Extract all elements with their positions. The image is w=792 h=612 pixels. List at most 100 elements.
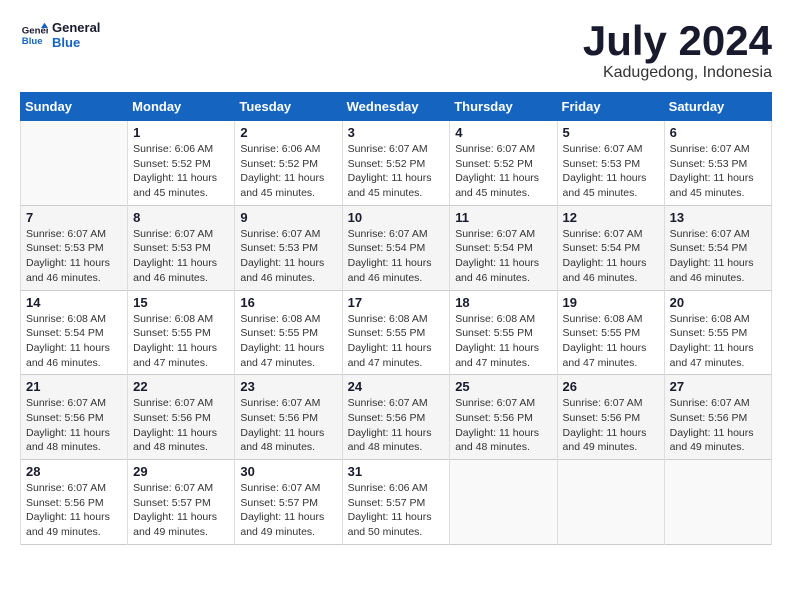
- day-number: 16: [240, 295, 336, 310]
- table-row: 13Sunrise: 6:07 AM Sunset: 5:54 PM Dayli…: [664, 205, 771, 290]
- day-info: Sunrise: 6:07 AM Sunset: 5:53 PM Dayligh…: [26, 227, 122, 286]
- table-row: 29 Sunrise: 6:07 AM Sunset: 5:57 PM Dayli…: [128, 460, 235, 545]
- logo-line2: Blue: [52, 35, 100, 50]
- title-block: July 2024 Kadugedong, Indonesia: [583, 20, 772, 82]
- day-number: 3: [348, 125, 445, 140]
- day-number: 26: [563, 379, 659, 394]
- day-number: 17: [348, 295, 445, 310]
- table-row: [21, 121, 128, 206]
- table-row: [664, 460, 771, 545]
- day-info: Sunrise: 6:07 AM Sunset: 5:52 PM Dayligh…: [455, 142, 551, 201]
- day-number: 24: [348, 379, 445, 394]
- day-number: 27: [670, 379, 766, 394]
- table-row: 7 Sunrise: 6:07 AM Sunset: 5:53 PM Daylig…: [21, 205, 128, 290]
- table-row: 2 Sunrise: 6:06 AM Sunset: 5:52 PM Daylig…: [235, 121, 342, 206]
- day-info: Sunrise: 6:08 AM Sunset: 5:54 PM Dayligh…: [26, 312, 122, 371]
- day-info: Sunrise: 6:07 AM Sunset: 5:56 PM Dayligh…: [455, 396, 551, 455]
- day-info: Sunrise: 6:07 AM Sunset: 5:56 PM Dayligh…: [348, 396, 445, 455]
- logo-line1: General: [52, 20, 100, 35]
- location-subtitle: Kadugedong, Indonesia: [583, 64, 772, 82]
- header-tuesday: Tuesday: [235, 93, 342, 121]
- day-info: Sunrise: 6:08 AM Sunset: 5:55 PM Dayligh…: [455, 312, 551, 371]
- header-monday: Monday: [128, 93, 235, 121]
- day-info: Sunrise: 6:08 AM Sunset: 5:55 PM Dayligh…: [133, 312, 229, 371]
- day-info: Sunrise: 6:08 AM Sunset: 5:55 PM Dayligh…: [240, 312, 336, 371]
- day-info: Sunrise: 6:07 AM Sunset: 5:56 PM Dayligh…: [563, 396, 659, 455]
- page-header: General Blue General Blue July 2024 Kadu…: [20, 20, 772, 82]
- table-row: 30 Sunrise: 6:07 AM Sunset: 5:57 PM Dayli…: [235, 460, 342, 545]
- table-row: 5 Sunrise: 6:07 AM Sunset: 5:53 PM Daylig…: [557, 121, 664, 206]
- header-friday: Friday: [557, 93, 664, 121]
- day-info: Sunrise: 6:08 AM Sunset: 5:55 PM Dayligh…: [670, 312, 766, 371]
- table-row: 25 Sunrise: 6:07 AM Sunset: 5:56 PM Dayli…: [450, 375, 557, 460]
- month-title: July 2024: [583, 20, 772, 62]
- day-number: 9: [240, 210, 336, 225]
- day-info: Sunrise: 6:07 AM Sunset: 5:54 PM Dayligh…: [348, 227, 445, 286]
- header-saturday: Saturday: [664, 93, 771, 121]
- table-row: 10Sunrise: 6:07 AM Sunset: 5:54 PM Dayli…: [342, 205, 450, 290]
- day-number: 4: [455, 125, 551, 140]
- table-row: 1 Sunrise: 6:06 AM Sunset: 5:52 PM Daylig…: [128, 121, 235, 206]
- day-info: Sunrise: 6:07 AM Sunset: 5:57 PM Dayligh…: [133, 481, 229, 540]
- day-number: 30: [240, 464, 336, 479]
- table-row: 17 Sunrise: 6:08 AM Sunset: 5:55 PM Dayli…: [342, 290, 450, 375]
- day-number: 14: [26, 295, 122, 310]
- header-wednesday: Wednesday: [342, 93, 450, 121]
- logo: General Blue General Blue: [20, 20, 100, 50]
- table-row: 14 Sunrise: 6:08 AM Sunset: 5:54 PM Dayli…: [21, 290, 128, 375]
- day-info: Sunrise: 6:07 AM Sunset: 5:56 PM Dayligh…: [26, 481, 122, 540]
- day-info: Sunrise: 6:08 AM Sunset: 5:55 PM Dayligh…: [563, 312, 659, 371]
- day-number: 20: [670, 295, 766, 310]
- table-row: 31 Sunrise: 6:06 AM Sunset: 5:57 PM Dayli…: [342, 460, 450, 545]
- day-number: 11: [455, 210, 551, 225]
- logo-icon: General Blue: [20, 21, 48, 49]
- day-number: 21: [26, 379, 122, 394]
- day-number: 12: [563, 210, 659, 225]
- table-row: 8Sunrise: 6:07 AM Sunset: 5:53 PM Daylig…: [128, 205, 235, 290]
- day-number: 2: [240, 125, 336, 140]
- day-number: 22: [133, 379, 229, 394]
- header-sunday: Sunday: [21, 93, 128, 121]
- day-number: 18: [455, 295, 551, 310]
- table-row: 24 Sunrise: 6:07 AM Sunset: 5:56 PM Dayli…: [342, 375, 450, 460]
- table-row: 21Sunrise: 6:07 AM Sunset: 5:56 PM Dayli…: [21, 375, 128, 460]
- table-row: 20 Sunrise: 6:08 AM Sunset: 5:55 PM Dayli…: [664, 290, 771, 375]
- table-row: 19Sunrise: 6:08 AM Sunset: 5:55 PM Dayli…: [557, 290, 664, 375]
- day-info: Sunrise: 6:07 AM Sunset: 5:54 PM Dayligh…: [455, 227, 551, 286]
- day-number: 5: [563, 125, 659, 140]
- table-row: 11 Sunrise: 6:07 AM Sunset: 5:54 PM Dayli…: [450, 205, 557, 290]
- table-row: 22 Sunrise: 6:07 AM Sunset: 5:56 PM Dayli…: [128, 375, 235, 460]
- table-row: 9 Sunrise: 6:07 AM Sunset: 5:53 PM Daylig…: [235, 205, 342, 290]
- day-info: Sunrise: 6:07 AM Sunset: 5:52 PM Dayligh…: [348, 142, 445, 201]
- day-number: 28: [26, 464, 122, 479]
- day-info: Sunrise: 6:07 AM Sunset: 5:53 PM Dayligh…: [563, 142, 659, 201]
- day-number: 6: [670, 125, 766, 140]
- calendar-header: Sunday Monday Tuesday Wednesday Thursday…: [21, 93, 772, 121]
- day-info: Sunrise: 6:07 AM Sunset: 5:54 PM Dayligh…: [670, 227, 766, 286]
- header-thursday: Thursday: [450, 93, 557, 121]
- day-info: Sunrise: 6:06 AM Sunset: 5:52 PM Dayligh…: [133, 142, 229, 201]
- day-number: 25: [455, 379, 551, 394]
- table-row: 27Sunrise: 6:07 AM Sunset: 5:56 PM Dayli…: [664, 375, 771, 460]
- day-info: Sunrise: 6:07 AM Sunset: 5:54 PM Dayligh…: [563, 227, 659, 286]
- day-info: Sunrise: 6:07 AM Sunset: 5:56 PM Dayligh…: [133, 396, 229, 455]
- table-row: 26 Sunrise: 6:07 AM Sunset: 5:56 PM Dayli…: [557, 375, 664, 460]
- table-row: 18 Sunrise: 6:08 AM Sunset: 5:55 PM Dayli…: [450, 290, 557, 375]
- table-row: 28 Sunrise: 6:07 AM Sunset: 5:56 PM Dayli…: [21, 460, 128, 545]
- day-info: Sunrise: 6:07 AM Sunset: 5:53 PM Dayligh…: [670, 142, 766, 201]
- table-row: 15Sunrise: 6:08 AM Sunset: 5:55 PM Dayli…: [128, 290, 235, 375]
- table-row: [557, 460, 664, 545]
- table-row: 6 Sunrise: 6:07 AM Sunset: 5:53 PM Daylig…: [664, 121, 771, 206]
- day-number: 7: [26, 210, 122, 225]
- calendar-body: 1 Sunrise: 6:06 AM Sunset: 5:52 PM Daylig…: [21, 121, 772, 545]
- day-info: Sunrise: 6:08 AM Sunset: 5:55 PM Dayligh…: [348, 312, 445, 371]
- day-info: Sunrise: 6:06 AM Sunset: 5:57 PM Dayligh…: [348, 481, 445, 540]
- day-number: 29: [133, 464, 229, 479]
- day-number: 31: [348, 464, 445, 479]
- day-info: Sunrise: 6:06 AM Sunset: 5:52 PM Dayligh…: [240, 142, 336, 201]
- day-number: 1: [133, 125, 229, 140]
- table-row: 3 Sunrise: 6:07 AM Sunset: 5:52 PM Daylig…: [342, 121, 450, 206]
- day-info: Sunrise: 6:07 AM Sunset: 5:57 PM Dayligh…: [240, 481, 336, 540]
- table-row: [450, 460, 557, 545]
- day-info: Sunrise: 6:07 AM Sunset: 5:53 PM Dayligh…: [240, 227, 336, 286]
